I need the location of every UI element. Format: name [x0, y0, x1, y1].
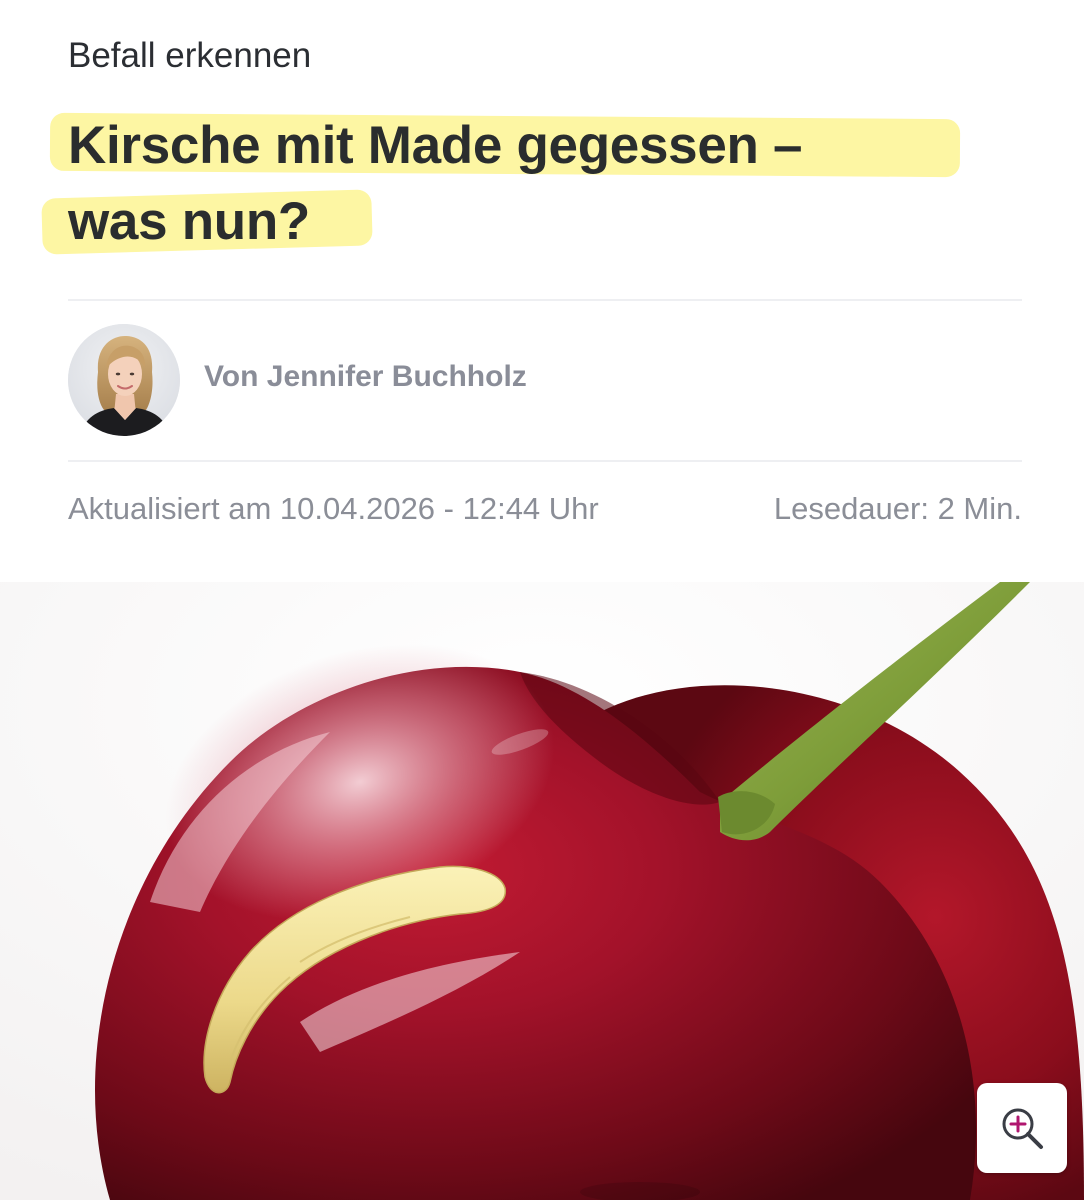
divider — [68, 299, 1022, 301]
headline-line: was nun? — [68, 192, 311, 251]
zoom-in-icon — [1002, 1108, 1043, 1149]
hero-image[interactable] — [0, 582, 1084, 1200]
cherry-with-maggot-image — [0, 582, 1084, 1200]
zoom-button[interactable] — [977, 1083, 1067, 1173]
author-portrait-icon — [68, 324, 180, 436]
updated-timestamp: Aktualisiert am 10.04.2026 - 12:44 Uhr — [68, 491, 599, 526]
article-page: Befall erkennen Kirsche mit Made gegesse… — [0, 0, 1084, 1200]
article-headline: Kirsche mit Made gegessen – was nun? — [68, 108, 1028, 260]
reading-time: Lesedauer: 2 Min. — [773, 491, 1022, 526]
article-kicker: Befall erkennen — [68, 36, 312, 75]
divider — [68, 460, 1022, 462]
author-avatar[interactable] — [68, 324, 180, 436]
author-name[interactable]: Von Jennifer Buchholz — [204, 360, 527, 394]
headline-line: Kirsche mit Made gegessen – — [68, 116, 803, 175]
